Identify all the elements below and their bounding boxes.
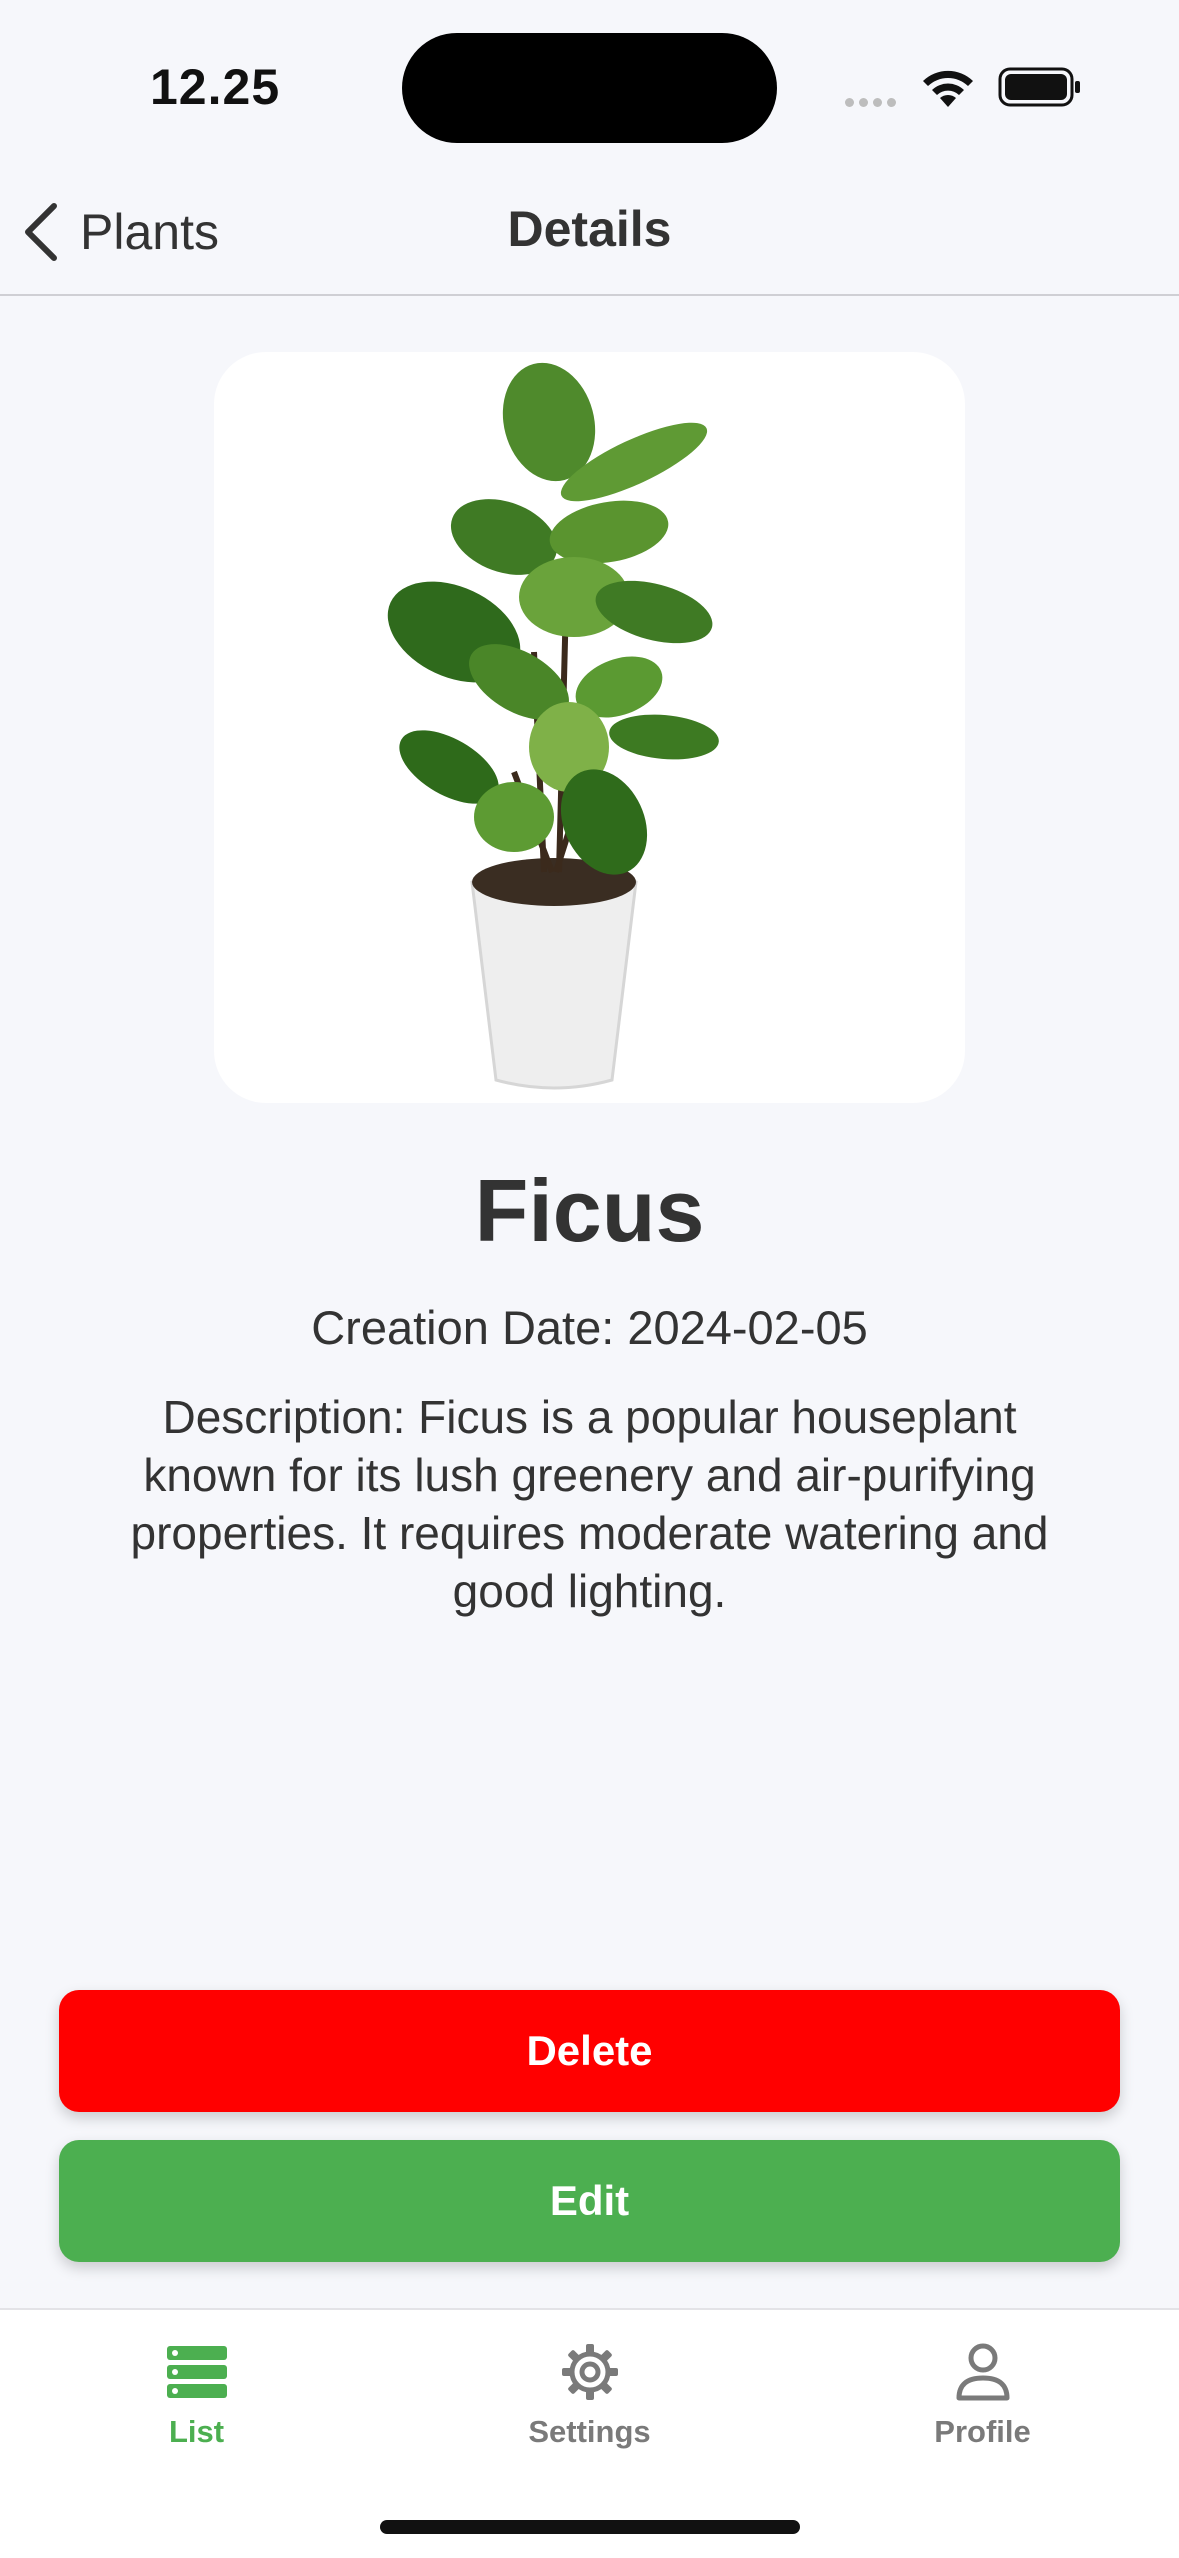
cellular-signal-icon (845, 94, 905, 107)
edit-button[interactable]: Edit (59, 2140, 1120, 2262)
page-title: Details (507, 201, 672, 257)
status-bar: 12.25 (0, 0, 1179, 170)
gear-icon (561, 2344, 618, 2400)
delete-button[interactable]: Delete (59, 1990, 1120, 2112)
creation-date: Creation Date: 2024-02-05 (311, 1301, 868, 1354)
person-icon (956, 2343, 1009, 2401)
navigation-bar: Plants Details (0, 170, 1179, 296)
dynamic-island (402, 33, 777, 143)
tab-label-list: List (168, 2414, 225, 2449)
status-time: 12.25 (150, 59, 281, 115)
tab-settings[interactable]: Settings (393, 2310, 786, 2460)
plant-photo (387, 362, 719, 1090)
tab-profile[interactable]: Profile (786, 2310, 1179, 2460)
tab-bar: List Settings Profile (0, 2308, 1179, 2558)
plant-name: Ficus (474, 1161, 705, 1260)
tab-label-settings: Settings (528, 2414, 651, 2449)
tab-label-profile: Profile (934, 2414, 1031, 2449)
wifi-icon (923, 70, 973, 107)
list-icon (166, 2346, 227, 2398)
tab-list[interactable]: List (0, 2310, 393, 2460)
plant-image-card (214, 352, 965, 1103)
battery-icon (998, 67, 1080, 107)
home-indicator (380, 2520, 800, 2534)
plant-description: Description: Ficus is a popular housepla… (130, 1391, 1049, 1617)
